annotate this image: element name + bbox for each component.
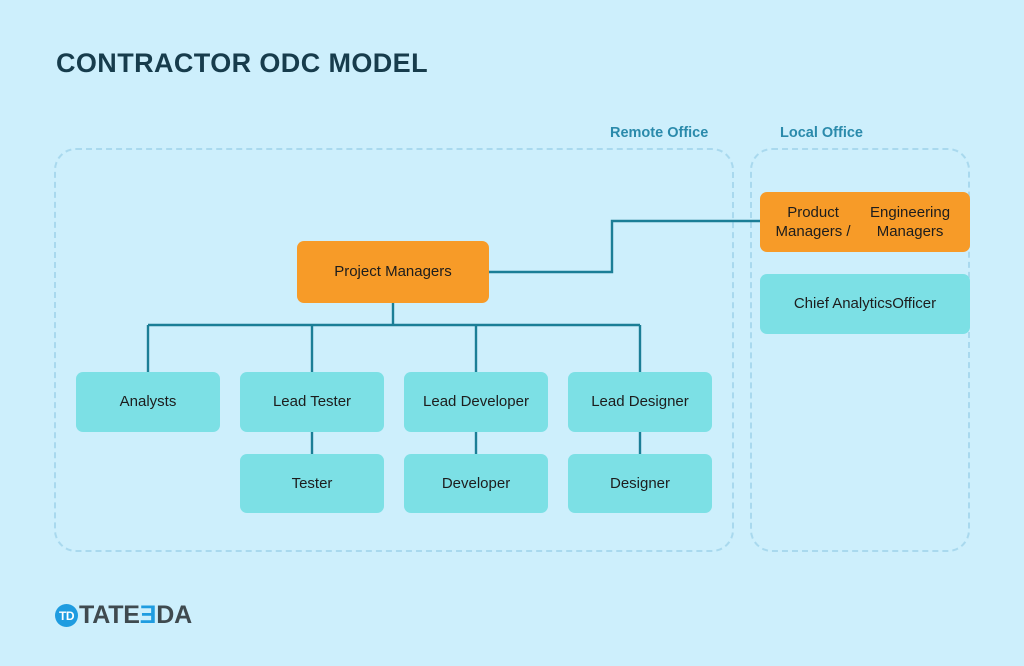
logo-text-part1: TATE bbox=[79, 601, 140, 629]
node-line-2: Officer bbox=[892, 295, 937, 313]
zone-label-local-office: Local Office bbox=[780, 125, 863, 141]
node-line-2: Engineering Managers bbox=[870, 203, 951, 240]
zone-label-remote-office: Remote Office bbox=[610, 125, 709, 141]
logo-wordmark: TATEƎDA bbox=[79, 603, 192, 628]
node-lead-tester[interactable]: Lead Tester bbox=[240, 372, 384, 432]
node-project-managers[interactable]: Project Managers bbox=[297, 241, 489, 303]
node-product-managers-engineering-managers[interactable]: Product Managers / Engineering Managers bbox=[760, 192, 970, 252]
page-title: CONTRACTOR ODC MODEL bbox=[56, 48, 428, 78]
node-lead-developer[interactable]: Lead Developer bbox=[404, 372, 548, 432]
node-line-1: Chief Analytics bbox=[793, 295, 893, 313]
node-line-1: Product Managers / bbox=[775, 203, 851, 240]
node-developer[interactable]: Developer bbox=[404, 454, 548, 513]
node-tester[interactable]: Tester bbox=[240, 454, 384, 513]
logo-badge-icon: TD bbox=[55, 604, 78, 627]
node-chief-analytics-officer[interactable]: Chief Analytics Officer bbox=[760, 274, 970, 334]
diagram-canvas: CONTRACTOR ODC MODEL Remote Office Local… bbox=[0, 0, 1024, 666]
node-designer[interactable]: Designer bbox=[568, 454, 712, 513]
tateeda-logo: TD TATEƎDA bbox=[55, 603, 192, 628]
logo-text-part2: DA bbox=[156, 601, 192, 629]
node-analysts[interactable]: Analysts bbox=[76, 372, 220, 432]
node-lead-designer[interactable]: Lead Designer bbox=[568, 372, 712, 432]
logo-text-accent: Ǝ bbox=[139, 601, 157, 629]
